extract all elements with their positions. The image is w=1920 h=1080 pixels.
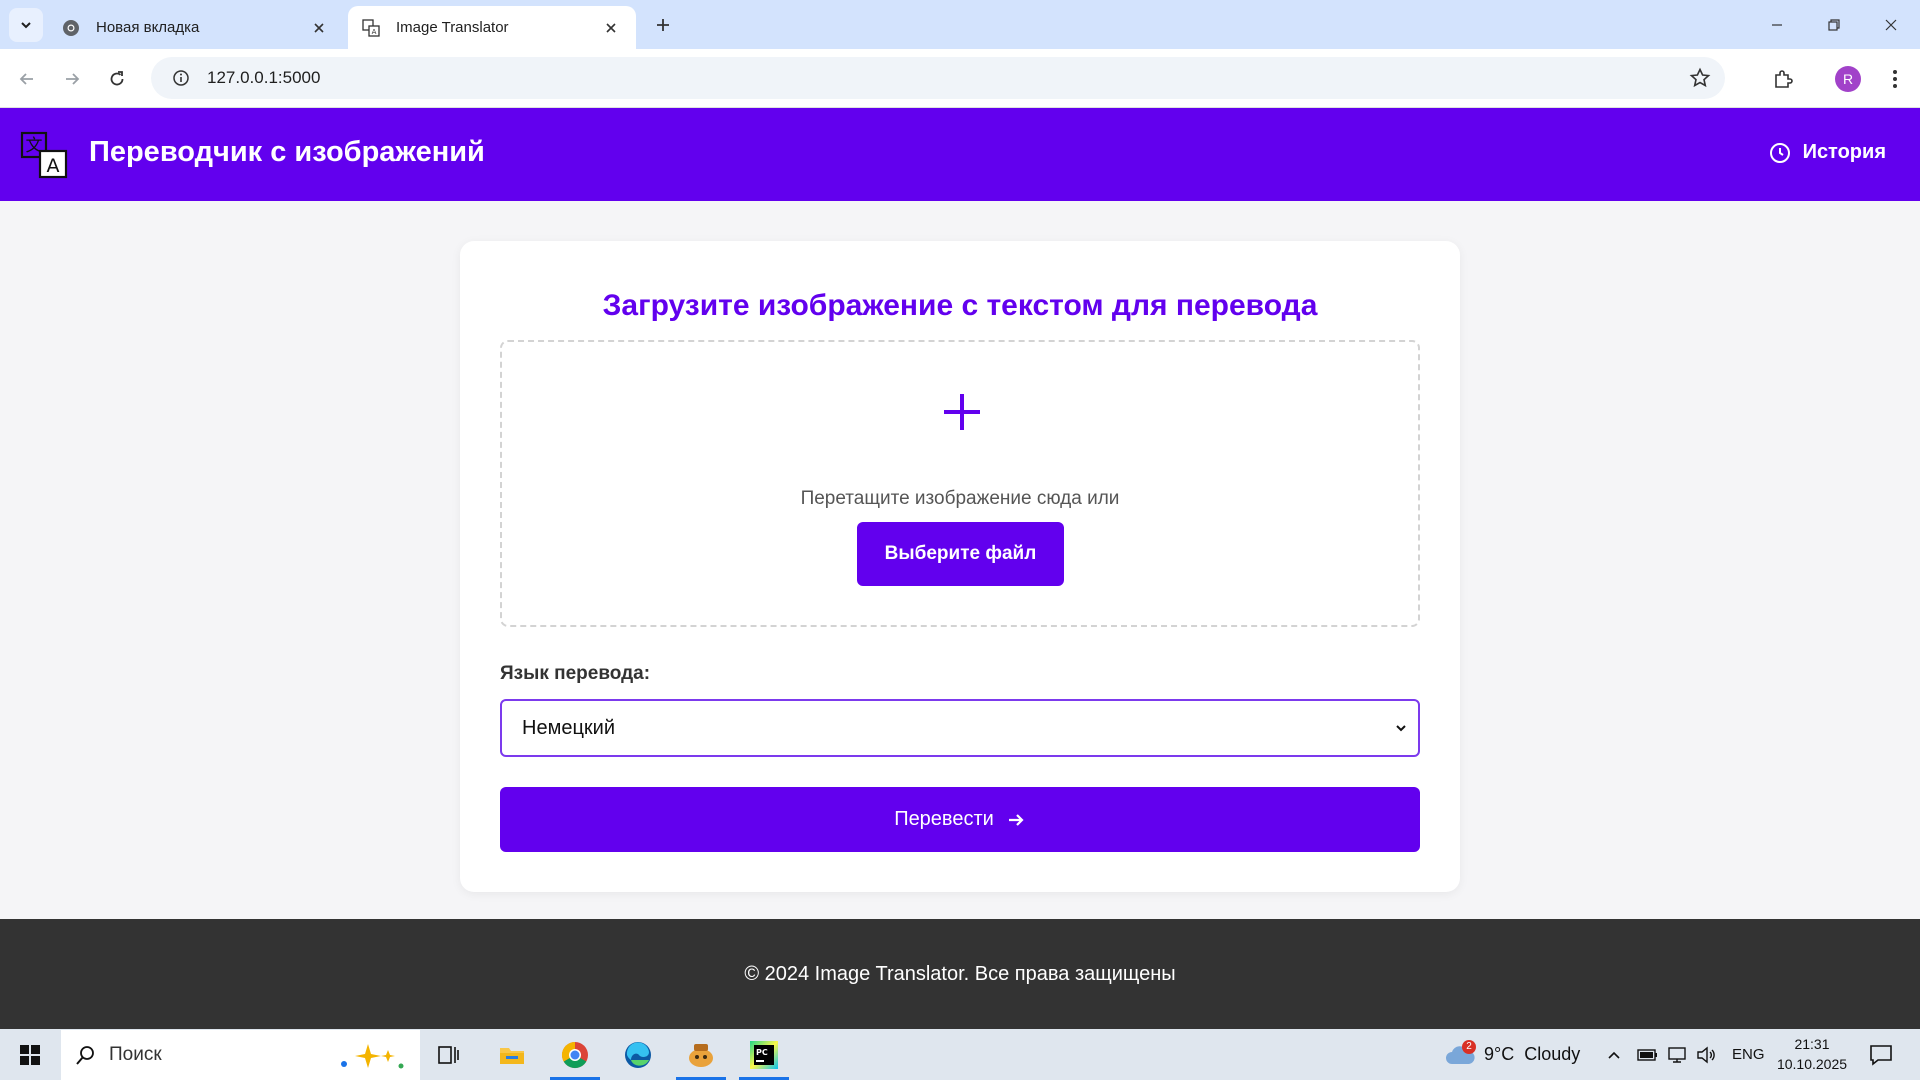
close-icon bbox=[606, 22, 616, 33]
close-tab-button[interactable] bbox=[308, 17, 330, 39]
plus-icon bbox=[944, 394, 980, 430]
tab-image-translator[interactable]: A Image Translator bbox=[348, 6, 636, 49]
notifications-button[interactable] bbox=[1866, 1041, 1896, 1069]
browser-tab-strip: Новая вкладка A Image Translator bbox=[0, 0, 1920, 49]
volume-icon[interactable] bbox=[1696, 1029, 1718, 1080]
reload-icon bbox=[110, 71, 124, 86]
task-view-icon bbox=[438, 1046, 459, 1064]
translate-label: Перевести bbox=[894, 808, 994, 830]
tab-new-tab[interactable]: Новая вкладка bbox=[48, 6, 344, 49]
site-info-icon[interactable] bbox=[161, 69, 201, 87]
battery-icon[interactable] bbox=[1637, 1029, 1659, 1080]
new-tab-button[interactable] bbox=[650, 12, 676, 38]
restore-icon bbox=[1828, 18, 1840, 31]
reload-button[interactable] bbox=[101, 63, 133, 95]
network-icon[interactable] bbox=[1667, 1029, 1689, 1080]
forward-button[interactable] bbox=[56, 63, 88, 95]
tab-title: Image Translator bbox=[396, 19, 509, 36]
translate-icon: A bbox=[362, 18, 380, 37]
weather-text: 9°C Cloudy bbox=[1484, 1044, 1581, 1064]
close-window-button[interactable] bbox=[1862, 0, 1920, 49]
plus-icon bbox=[657, 19, 669, 31]
back-button[interactable] bbox=[11, 63, 43, 95]
app-footer: © 2024 Image Translator. Все права защищ… bbox=[0, 919, 1920, 1029]
svg-text:A: A bbox=[372, 28, 377, 36]
url-text: 127.0.0.1:5000 bbox=[207, 68, 321, 87]
restore-button[interactable] bbox=[1805, 0, 1863, 49]
system-clock[interactable]: 21:31 10.10.2025 bbox=[1772, 1034, 1852, 1074]
arrow-right-icon bbox=[66, 73, 80, 85]
sparkle-icon bbox=[341, 1044, 404, 1069]
minimize-icon bbox=[1772, 23, 1782, 26]
close-icon bbox=[1885, 19, 1897, 30]
windows-logo-icon bbox=[20, 1045, 40, 1065]
weather-badge: 2 bbox=[1462, 1039, 1476, 1054]
notification-icon bbox=[1870, 1045, 1892, 1066]
input-language-indicator[interactable]: ENG bbox=[1732, 1029, 1765, 1080]
task-view-button[interactable] bbox=[420, 1030, 478, 1080]
more-vertical-icon bbox=[1893, 70, 1897, 88]
taskbar-chrome[interactable] bbox=[546, 1030, 604, 1080]
image-dropzone[interactable]: Перетащите изображение сюда или Выберите… bbox=[500, 340, 1420, 627]
clock-icon bbox=[1769, 142, 1790, 163]
upload-card: Загрузите изображение с текстом для пере… bbox=[460, 241, 1460, 892]
start-button[interactable] bbox=[8, 1038, 52, 1072]
bookmark-star-icon[interactable] bbox=[1689, 67, 1711, 94]
translate-logo-icon: 文 A bbox=[20, 131, 68, 179]
clock-date: 10.10.2025 bbox=[1776, 1056, 1848, 1072]
taskbar-file-explorer[interactable] bbox=[483, 1030, 541, 1080]
search-placeholder: Поиск bbox=[109, 1044, 162, 1065]
close-icon bbox=[314, 22, 324, 33]
translate-button[interactable]: Перевести bbox=[500, 787, 1420, 852]
taskbar-app-jar[interactable] bbox=[672, 1030, 730, 1080]
app-title: Переводчик с изображений bbox=[89, 136, 485, 168]
history-label: История bbox=[1802, 141, 1886, 163]
edge-icon bbox=[625, 1042, 651, 1068]
selected-language: Немецкий bbox=[522, 716, 615, 739]
taskbar-pycharm[interactable]: PC bbox=[735, 1030, 793, 1080]
jar-app-icon bbox=[689, 1044, 713, 1067]
extensions-button[interactable] bbox=[1767, 63, 1799, 95]
history-link[interactable]: История bbox=[1769, 141, 1886, 164]
weather-widget[interactable]: 2 9°C Cloudy bbox=[1444, 1029, 1580, 1080]
puzzle-icon bbox=[1775, 70, 1793, 88]
chrome-icon bbox=[561, 1041, 588, 1069]
arrow-right-icon bbox=[1008, 813, 1024, 826]
cloud-icon: 2 bbox=[1444, 1039, 1476, 1068]
language-select[interactable]: Немецкий bbox=[500, 699, 1420, 757]
browser-toolbar: 127.0.0.1:5000 R bbox=[0, 49, 1920, 108]
tab-title: Новая вкладка bbox=[96, 19, 200, 36]
windows-taskbar: Поиск PC 2 9°C Cloudy ENG 21:31 10.10.20… bbox=[0, 1029, 1920, 1080]
browser-menu-button[interactable] bbox=[1880, 63, 1910, 95]
footer-copyright: © 2024 Image Translator. Все права защищ… bbox=[744, 962, 1176, 985]
taskbar-search[interactable]: Поиск bbox=[61, 1030, 420, 1080]
close-tab-button[interactable] bbox=[600, 17, 622, 39]
folder-icon bbox=[500, 1048, 524, 1064]
svg-text:PC: PC bbox=[756, 1048, 768, 1057]
chrome-icon bbox=[63, 19, 79, 36]
pycharm-icon: PC bbox=[750, 1041, 778, 1069]
app-header: 文 A Переводчик с изображений История bbox=[0, 108, 1920, 201]
choose-file-button[interactable]: Выберите файл bbox=[857, 522, 1064, 586]
chevron-up-icon bbox=[1608, 1051, 1620, 1059]
taskbar-edge[interactable] bbox=[609, 1030, 667, 1080]
minimize-button[interactable] bbox=[1748, 0, 1806, 49]
language-label: Язык перевода: bbox=[500, 663, 651, 684]
chevron-down-icon bbox=[21, 22, 31, 29]
dropzone-text: Перетащите изображение сюда или bbox=[800, 488, 1120, 509]
svg-text:A: A bbox=[47, 155, 60, 177]
clock-time: 21:31 bbox=[1794, 1036, 1830, 1052]
upload-heading: Загрузите изображение с текстом для пере… bbox=[602, 289, 1318, 322]
address-bar[interactable]: 127.0.0.1:5000 bbox=[151, 57, 1725, 99]
tab-search-button[interactable] bbox=[9, 8, 43, 42]
arrow-left-icon bbox=[19, 73, 33, 85]
profile-avatar[interactable]: R bbox=[1835, 66, 1861, 92]
search-icon bbox=[76, 1046, 94, 1065]
tray-overflow-button[interactable] bbox=[1606, 1029, 1622, 1080]
chevron-down-icon bbox=[1396, 725, 1406, 732]
